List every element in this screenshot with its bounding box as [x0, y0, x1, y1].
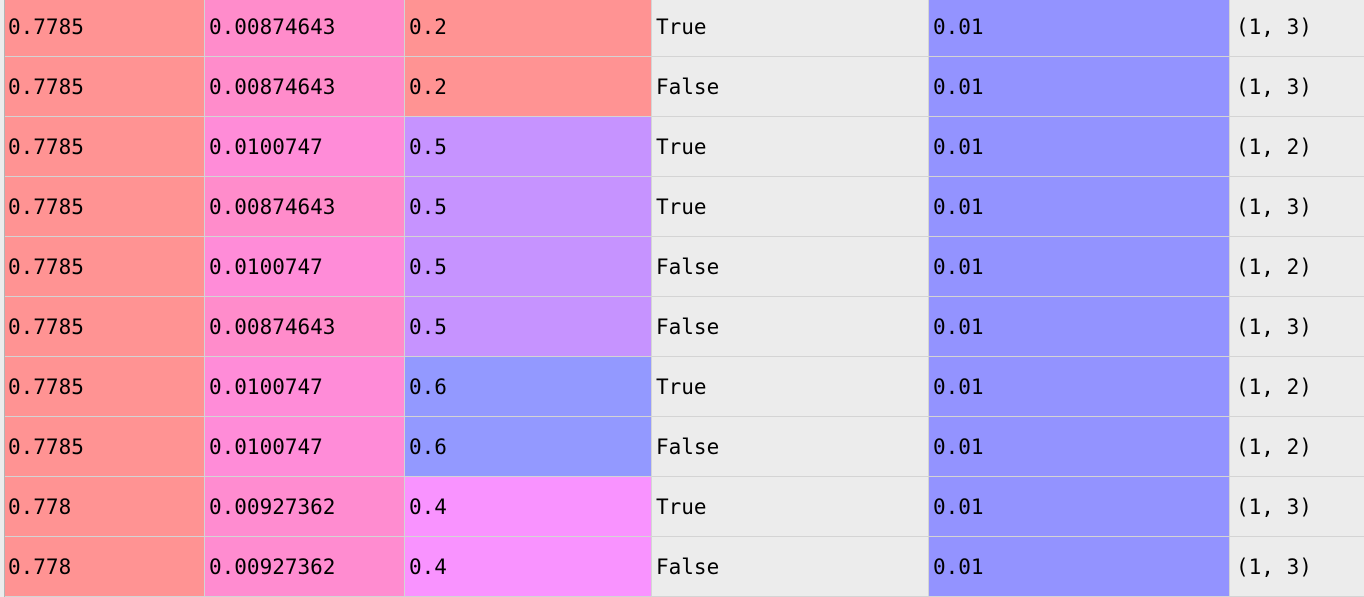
table-row[interactable]: 0.7785 0.0100747 0.5 True 0.01 (1, 2): [5, 117, 1364, 177]
table-cell[interactable]: 0.5: [405, 297, 652, 356]
table-cell[interactable]: 0.00927362: [205, 537, 405, 596]
table-cell[interactable]: 0.01: [929, 177, 1230, 236]
table-cell[interactable]: 0.7785: [5, 297, 205, 356]
table-cell[interactable]: 0.01: [929, 0, 1230, 56]
table-cell[interactable]: (1, 3): [1230, 177, 1364, 236]
table-cell[interactable]: False: [652, 237, 929, 296]
table-cell[interactable]: 0.4: [405, 477, 652, 536]
table-cell[interactable]: 0.01: [929, 117, 1230, 176]
table-cell[interactable]: False: [652, 57, 929, 116]
table-cell[interactable]: 0.7785: [5, 357, 205, 416]
table-cell[interactable]: 0.7785: [5, 57, 205, 116]
table-cell[interactable]: True: [652, 0, 929, 56]
table-cell[interactable]: (1, 2): [1230, 237, 1364, 296]
table-row[interactable]: 0.7785 0.00874643 0.2 False 0.01 (1, 3): [5, 57, 1364, 117]
data-table: 0.7785 0.00874643 0.2 True 0.01 (1, 3) 0…: [4, 0, 1364, 597]
table-row[interactable]: 0.7785 0.0100747 0.6 False 0.01 (1, 2): [5, 417, 1364, 477]
table-cell[interactable]: True: [652, 117, 929, 176]
table-cell[interactable]: 0.5: [405, 177, 652, 236]
table-cell[interactable]: 0.7785: [5, 0, 205, 56]
table-cell[interactable]: 0.778: [5, 537, 205, 596]
table-cell[interactable]: False: [652, 417, 929, 476]
table-row[interactable]: 0.778 0.00927362 0.4 False 0.01 (1, 3): [5, 537, 1364, 597]
table-cell[interactable]: 0.00927362: [205, 477, 405, 536]
table-cell[interactable]: 0.00874643: [205, 297, 405, 356]
table-cell[interactable]: True: [652, 477, 929, 536]
table-row[interactable]: 0.7785 0.00874643 0.5 True 0.01 (1, 3): [5, 177, 1364, 237]
table-cell[interactable]: True: [652, 357, 929, 416]
table-cell[interactable]: 0.0100747: [205, 357, 405, 416]
table-cell[interactable]: 0.2: [405, 0, 652, 56]
table-cell[interactable]: 0.7785: [5, 177, 205, 236]
table-cell[interactable]: 0.7785: [5, 417, 205, 476]
table-cell[interactable]: 0.00874643: [205, 0, 405, 56]
table-row[interactable]: 0.7785 0.0100747 0.5 False 0.01 (1, 2): [5, 237, 1364, 297]
table-cell[interactable]: 0.01: [929, 477, 1230, 536]
table-cell[interactable]: 0.01: [929, 237, 1230, 296]
table-cell[interactable]: (1, 3): [1230, 477, 1364, 536]
table-cell[interactable]: 0.0100747: [205, 417, 405, 476]
table-cell[interactable]: True: [652, 177, 929, 236]
table-cell[interactable]: 0.00874643: [205, 57, 405, 116]
table-cell[interactable]: (1, 2): [1230, 357, 1364, 416]
table-row[interactable]: 0.7785 0.0100747 0.6 True 0.01 (1, 2): [5, 357, 1364, 417]
table-cell[interactable]: 0.0100747: [205, 117, 405, 176]
table-cell[interactable]: (1, 2): [1230, 117, 1364, 176]
table-cell[interactable]: 0.01: [929, 297, 1230, 356]
table-cell[interactable]: 0.6: [405, 357, 652, 416]
table-cell[interactable]: 0.6: [405, 417, 652, 476]
table-cell[interactable]: 0.0100747: [205, 237, 405, 296]
table-row[interactable]: 0.7785 0.00874643 0.2 True 0.01 (1, 3): [5, 0, 1364, 57]
table-cell[interactable]: (1, 2): [1230, 417, 1364, 476]
table-cell[interactable]: 0.5: [405, 237, 652, 296]
table-cell[interactable]: 0.2: [405, 57, 652, 116]
table-cell[interactable]: (1, 3): [1230, 0, 1364, 56]
table-cell[interactable]: 0.01: [929, 357, 1230, 416]
table-cell[interactable]: 0.7785: [5, 237, 205, 296]
table-cell[interactable]: False: [652, 297, 929, 356]
table-cell[interactable]: 0.00874643: [205, 177, 405, 236]
table-cell[interactable]: 0.7785: [5, 117, 205, 176]
table-cell[interactable]: 0.01: [929, 537, 1230, 596]
table-cell[interactable]: 0.778: [5, 477, 205, 536]
table-cell[interactable]: (1, 3): [1230, 297, 1364, 356]
table-row[interactable]: 0.778 0.00927362 0.4 True 0.01 (1, 3): [5, 477, 1364, 537]
table-cell[interactable]: 0.4: [405, 537, 652, 596]
table-cell[interactable]: 0.01: [929, 57, 1230, 116]
table-cell[interactable]: 0.5: [405, 117, 652, 176]
table-cell[interactable]: (1, 3): [1230, 537, 1364, 596]
table-cell[interactable]: (1, 3): [1230, 57, 1364, 116]
table-cell[interactable]: False: [652, 537, 929, 596]
table-cell[interactable]: 0.01: [929, 417, 1230, 476]
table-row[interactable]: 0.7785 0.00874643 0.5 False 0.01 (1, 3): [5, 297, 1364, 357]
